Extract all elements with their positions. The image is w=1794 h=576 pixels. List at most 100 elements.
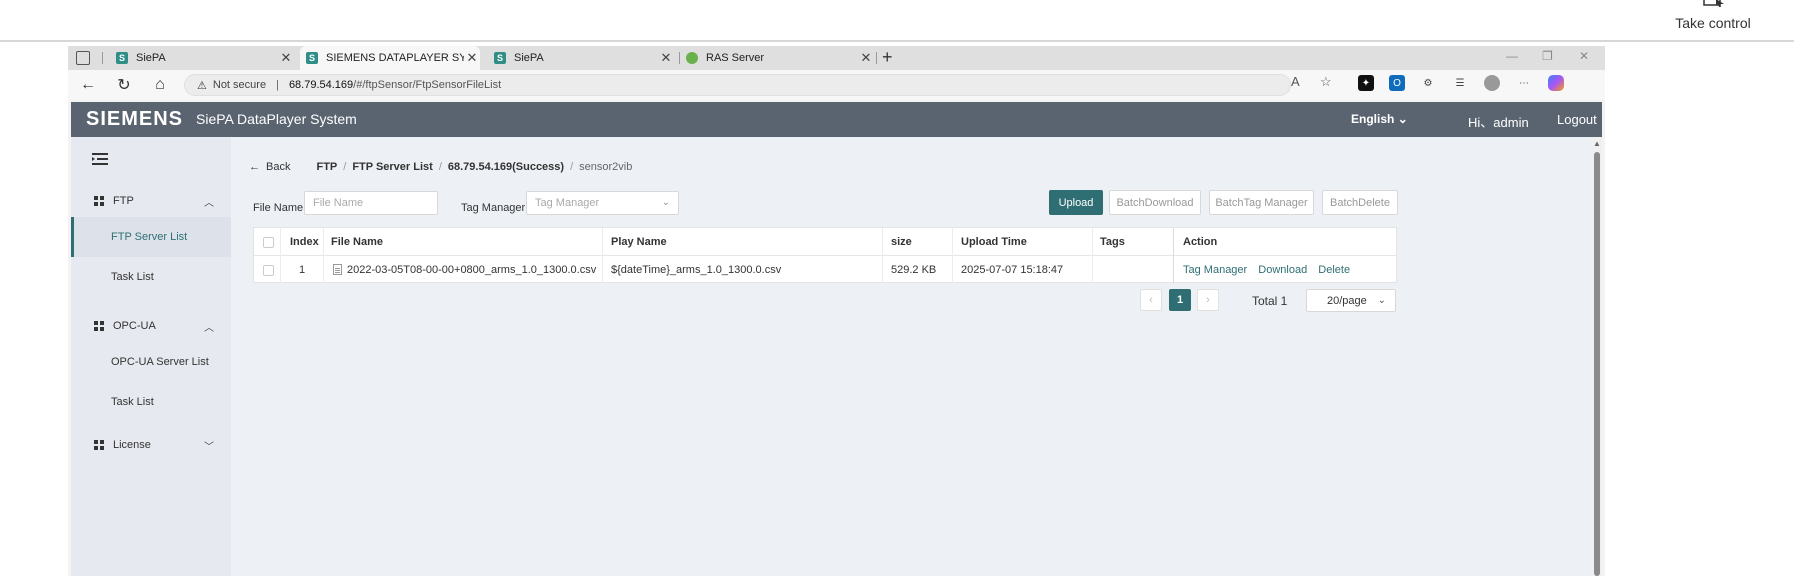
back-button[interactable]: ← Back	[249, 161, 290, 173]
siepa-favicon-icon: S	[116, 52, 128, 64]
url-input[interactable]: ⚠ Not secure | 68.79.54.169 /#/ftpSensor…	[184, 74, 1291, 96]
column-divider	[280, 228, 281, 284]
restore-icon[interactable]: ❐	[1542, 49, 1553, 63]
extension-icon[interactable]: ✦	[1358, 75, 1374, 91]
download-link[interactable]: Download	[1258, 264, 1307, 276]
column-divider	[323, 228, 324, 284]
main-content: ← Back FTP / FTP Server List / 68.79.54.1…	[231, 137, 1591, 576]
logout-link[interactable]: Logout	[1557, 112, 1597, 127]
browser-window: S SiePA ✕ S SIEMENS DATAPLAYER SYSTEM ✕ …	[68, 46, 1605, 576]
batch-download-button[interactable]: BatchDownload	[1109, 190, 1201, 215]
reload-icon[interactable]: ↻	[114, 75, 134, 95]
column-header-play-name: Play Name	[611, 236, 667, 248]
close-tab-icon[interactable]: ✕	[278, 50, 294, 66]
close-tab-icon[interactable]: ✕	[464, 50, 480, 66]
row-actions: Tag Manager Download Delete	[1183, 256, 1358, 284]
copilot-icon[interactable]	[1548, 75, 1564, 91]
sidebar-item-ftp-task-list[interactable]: Task List	[71, 257, 231, 297]
tab-divider	[102, 52, 103, 64]
outlook-icon[interactable]: O	[1389, 75, 1405, 91]
sidebar-item-label: Task List	[111, 396, 154, 408]
column-divider	[882, 228, 883, 284]
tab-ras-server[interactable]: RAS Server ✕	[680, 46, 874, 70]
language-select[interactable]: English ⌄	[1351, 112, 1408, 126]
tab-label: SIEMENS DATAPLAYER SYSTEM	[326, 52, 464, 64]
security-label: Not secure	[212, 79, 267, 91]
row-file-name-text: 2022-03-05T08-00-00+0800_arms_1.0_1300.0…	[347, 264, 597, 276]
batch-tag-manager-button[interactable]: BatchTag Manager	[1209, 190, 1314, 215]
column-divider	[952, 228, 953, 284]
select-all-checkbox[interactable]	[263, 237, 274, 248]
breadcrumb-item-server-list[interactable]: FTP Server List	[352, 161, 433, 173]
file-name-label: File Name	[253, 202, 304, 214]
menu-collapse-icon[interactable]	[92, 153, 108, 165]
row-file-name: 2022-03-05T08-00-00+0800_arms_1.0_1300.0…	[333, 256, 596, 284]
back-arrow-icon[interactable]: ←	[78, 75, 98, 95]
extensions-puzzle-icon[interactable]: ⚙	[1420, 75, 1436, 91]
breadcrumb-separator: /	[438, 161, 442, 173]
table-row: 1 2022-03-05T08-00-00+0800_arms_1.0_1300…	[254, 256, 1396, 284]
sidebar-item-opcua-server-list[interactable]: OPC-UA Server List	[71, 342, 231, 382]
sidebar-item-label: Task List	[111, 271, 154, 283]
breadcrumb-item-server[interactable]: 68.79.54.169(Success)	[448, 161, 564, 173]
page-size-select[interactable]: 20/page ⌄	[1306, 289, 1396, 312]
row-checkbox[interactable]	[263, 265, 274, 276]
chevron-down-icon: ⌄	[1397, 112, 1408, 126]
tab-siemens-dataplayer[interactable]: S SIEMENS DATAPLAYER SYSTEM ✕	[300, 46, 480, 70]
favorite-star-icon[interactable]: ☆	[1320, 74, 1332, 90]
new-tab-button[interactable]: +	[882, 47, 893, 68]
tab-siepa-1[interactable]: S SiePA ✕	[110, 46, 294, 70]
sidebar-group-label: FTP	[113, 195, 134, 207]
column-divider	[602, 228, 603, 284]
chevron-up-icon: ︿	[204, 198, 214, 209]
tab-actions-icon[interactable]	[76, 51, 90, 65]
close-window-icon[interactable]: ✕	[1579, 49, 1589, 63]
prev-page-button[interactable]: ‹	[1140, 289, 1162, 311]
close-tab-icon[interactable]: ✕	[658, 50, 674, 66]
sidebar-item-ftp-server-list[interactable]: FTP Server List	[71, 217, 231, 257]
siepa-favicon-icon: S	[306, 52, 318, 64]
page-size-label: 20/page	[1327, 295, 1367, 307]
upload-button[interactable]: Upload	[1049, 190, 1103, 215]
tag-manager-link[interactable]: Tag Manager	[1183, 264, 1247, 276]
app-title: SiePA DataPlayer System	[196, 111, 357, 127]
tab-label: SiePA	[514, 52, 544, 64]
favorites-icon[interactable]: ☰	[1452, 75, 1468, 91]
profile-avatar-icon[interactable]	[1484, 75, 1500, 91]
delete-link[interactable]: Delete	[1318, 264, 1350, 276]
read-aloud-icon[interactable]: A	[1291, 74, 1300, 89]
chevron-down-icon: ⌄	[1377, 295, 1386, 306]
back-arrow-icon: ←	[249, 161, 260, 173]
vertical-scrollbar[interactable]: ▲	[1592, 137, 1602, 576]
sidebar-group-license[interactable]: License ﹀	[71, 431, 231, 459]
minimize-icon[interactable]: —	[1506, 49, 1518, 63]
back-label: Back	[266, 161, 291, 173]
url-separator: |	[276, 79, 279, 91]
next-page-button[interactable]: ›	[1197, 289, 1219, 311]
chevron-down-icon: ⌄	[661, 197, 670, 208]
sidebar-item-opcua-task-list[interactable]: Task List	[71, 382, 231, 422]
tab-siepa-2[interactable]: S SiePA ✕	[488, 46, 674, 70]
page-1-button[interactable]: 1	[1169, 289, 1191, 311]
tag-manager-select[interactable]: Tag Manager ⌄	[526, 191, 679, 215]
sidebar-item-label: FTP Server List	[111, 231, 188, 243]
close-tab-icon[interactable]: ✕	[858, 50, 874, 66]
table-header: Index File Name Play Name size Upload Ti…	[254, 228, 1396, 256]
take-control-icon	[1703, 0, 1724, 7]
file-name-input[interactable]: File Name	[304, 191, 438, 215]
sidebar-group-ftp[interactable]: FTP ︿	[71, 187, 231, 215]
take-control-button[interactable]: Take control	[1658, 0, 1768, 40]
column-divider	[1092, 228, 1093, 284]
home-icon[interactable]: ⌂	[150, 75, 170, 95]
batch-delete-button[interactable]: BatchDelete	[1322, 190, 1398, 215]
sidebar-group-opcua[interactable]: OPC-UA ︿	[71, 312, 231, 340]
more-menu-icon[interactable]: ⋯	[1516, 75, 1532, 91]
scrollbar-thumb[interactable]	[1594, 152, 1600, 576]
address-bar-row: ← ↻ ⌂ ⚠ Not secure | 68.79.54.169 /#/ftp…	[68, 70, 1605, 100]
tab-label: SiePA	[136, 52, 166, 64]
file-table: Index File Name Play Name size Upload Ti…	[253, 227, 1397, 284]
scroll-up-icon[interactable]: ▲	[1593, 139, 1601, 148]
siepa-favicon-icon: S	[494, 52, 506, 64]
file-icon	[333, 264, 342, 275]
breadcrumb-item-ftp[interactable]: FTP	[316, 161, 337, 173]
